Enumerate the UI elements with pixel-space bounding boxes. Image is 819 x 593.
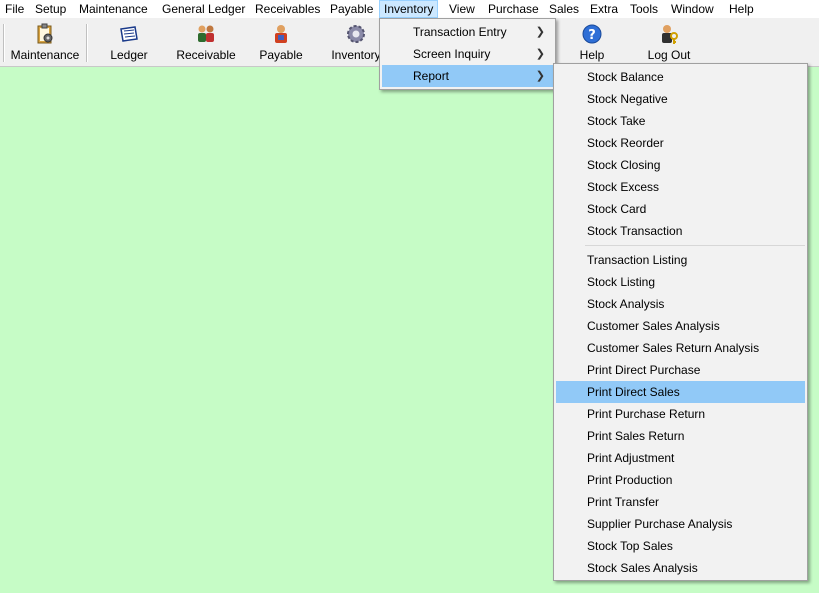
report-submenu: Stock Balance Stock Negative Stock Take … <box>553 63 808 581</box>
menu-item-report[interactable]: Report ❯ <box>382 65 553 87</box>
menu-view[interactable]: View <box>444 0 480 18</box>
menu-item-print-direct-purchase[interactable]: Print Direct Purchase <box>556 359 805 381</box>
menu-bar: File Setup Maintenance General Ledger Re… <box>0 0 819 18</box>
menu-purchase[interactable]: Purchase <box>483 0 544 18</box>
ledger-button[interactable]: Ledger <box>100 20 158 64</box>
gear-icon <box>347 25 365 43</box>
chevron-right-icon: ❯ <box>535 26 545 38</box>
menu-window[interactable]: Window <box>666 0 719 18</box>
logout-label: Log Out <box>647 48 691 62</box>
menu-inventory[interactable]: Inventory <box>379 0 439 18</box>
menu-tools[interactable]: Tools <box>625 0 663 18</box>
menu-item-stock-closing[interactable]: Stock Closing <box>556 154 805 176</box>
menu-item-stock-analysis[interactable]: Stock Analysis <box>556 293 805 315</box>
menu-item-print-adjustment[interactable]: Print Adjustment <box>556 447 805 469</box>
help-button[interactable]: ? Help <box>568 20 616 64</box>
ledger-book-icon <box>120 26 138 42</box>
menu-payable[interactable]: Payable <box>325 0 378 18</box>
help-icon: ? <box>582 24 602 44</box>
payable-label: Payable <box>259 48 303 62</box>
toolbar-separator <box>86 24 88 62</box>
menu-sales[interactable]: Sales <box>544 0 584 18</box>
menu-item-stock-top-sales[interactable]: Stock Top Sales <box>556 535 805 557</box>
menu-item-label: Transaction Entry <box>413 25 507 39</box>
chevron-right-icon: ❯ <box>535 48 545 60</box>
key-person-icon <box>662 25 678 44</box>
menu-item-stock-balance[interactable]: Stock Balance <box>556 66 805 88</box>
menu-item-stock-reorder[interactable]: Stock Reorder <box>556 132 805 154</box>
menu-item-transaction-listing[interactable]: Transaction Listing <box>556 249 805 271</box>
menu-file[interactable]: File <box>0 0 29 18</box>
menu-extra[interactable]: Extra <box>585 0 623 18</box>
receivable-button[interactable]: Receivable <box>170 20 242 64</box>
clipboard-gear-icon <box>37 23 53 44</box>
menu-item-stock-negative[interactable]: Stock Negative <box>556 88 805 110</box>
menu-receivables[interactable]: Receivables <box>250 0 325 18</box>
menu-item-stock-sales-analysis[interactable]: Stock Sales Analysis <box>556 557 805 579</box>
menu-general-ledger[interactable]: General Ledger <box>157 0 250 18</box>
menu-item-print-sales-return[interactable]: Print Sales Return <box>556 425 805 447</box>
payable-icon <box>275 25 287 43</box>
maintenance-button[interactable]: Maintenance <box>8 20 82 64</box>
inventory-button[interactable]: Inventory <box>327 20 385 64</box>
menu-item-stock-listing[interactable]: Stock Listing <box>556 271 805 293</box>
menu-help[interactable]: Help <box>724 0 759 18</box>
menu-item-label: Screen Inquiry <box>413 47 491 61</box>
menu-item-customer-sales-analysis[interactable]: Customer Sales Analysis <box>556 315 805 337</box>
menu-item-supplier-purchase-analysis[interactable]: Supplier Purchase Analysis <box>556 513 805 535</box>
menu-item-print-direct-sales[interactable]: Print Direct Sales <box>556 381 805 403</box>
toolbar-separator <box>3 24 5 62</box>
menu-item-screen-inquiry[interactable]: Screen Inquiry ❯ <box>382 43 553 65</box>
inventory-label: Inventory <box>331 48 381 62</box>
maintenance-label: Maintenance <box>10 48 80 62</box>
people-icon <box>198 25 214 42</box>
menu-item-stock-excess[interactable]: Stock Excess <box>556 176 805 198</box>
chevron-right-icon: ❯ <box>535 70 545 82</box>
ledger-label: Ledger <box>110 48 148 62</box>
menu-setup[interactable]: Setup <box>30 0 71 18</box>
menu-item-stock-transaction[interactable]: Stock Transaction <box>556 220 805 242</box>
menu-item-label: Report <box>413 69 450 83</box>
menu-item-print-transfer[interactable]: Print Transfer <box>556 491 805 513</box>
logout-button[interactable]: Log Out <box>640 20 698 64</box>
svg-text:?: ? <box>588 28 596 43</box>
menu-item-print-purchase-return[interactable]: Print Purchase Return <box>556 403 805 425</box>
menu-item-print-production[interactable]: Print Production <box>556 469 805 491</box>
menu-item-stock-card[interactable]: Stock Card <box>556 198 805 220</box>
menu-item-stock-take[interactable]: Stock Take <box>556 110 805 132</box>
payable-button[interactable]: Payable <box>252 20 310 64</box>
receivable-label: Receivable <box>176 48 236 62</box>
help-label: Help <box>579 48 605 62</box>
inventory-menu: Transaction Entry ❯ Screen Inquiry ❯ Rep… <box>379 18 556 90</box>
menu-item-transaction-entry[interactable]: Transaction Entry ❯ <box>382 21 553 43</box>
menu-item-customer-sales-return-analysis[interactable]: Customer Sales Return Analysis <box>556 337 805 359</box>
menu-maintenance[interactable]: Maintenance <box>74 0 153 18</box>
menu-separator <box>585 245 805 246</box>
